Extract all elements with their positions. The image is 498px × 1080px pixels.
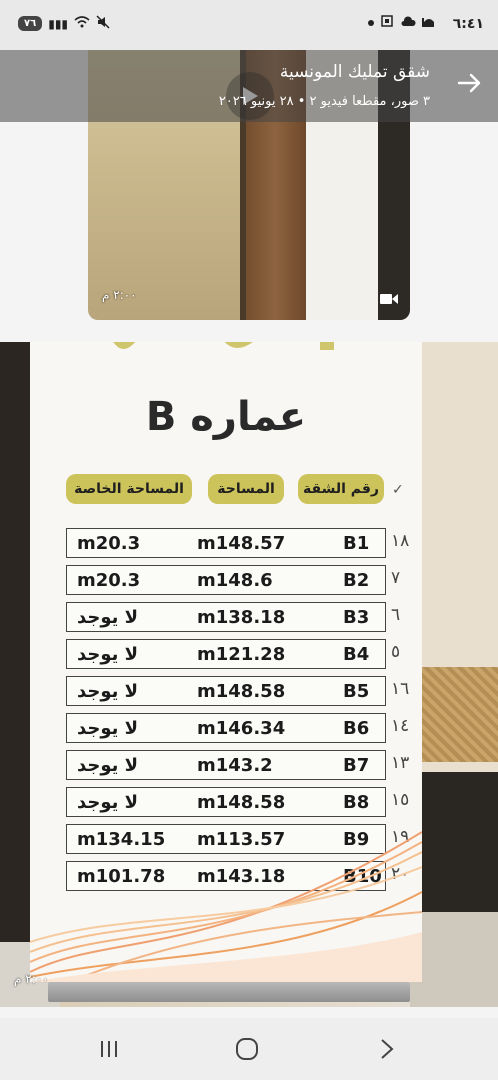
handwritten-note: ٧ (391, 568, 401, 588)
private-area-cell: m20.3 (77, 533, 141, 554)
photo-floor-right (410, 912, 498, 1007)
unit-number-cell: B4 (343, 644, 370, 665)
area-cell: m148.6 (197, 570, 273, 591)
area-cell: m148.58 (197, 792, 286, 813)
column-area: المساحة (208, 474, 284, 504)
media-divider (0, 320, 498, 342)
wifi-icon (74, 16, 90, 31)
rollup-banner: عماره B رقم الشقة المساحة المساحة الخاصة… (30, 342, 422, 982)
private-area-cell: لا يوجد (77, 644, 139, 665)
cloud-icon (400, 15, 416, 30)
recents-icon[interactable] (94, 1034, 124, 1064)
private-area-cell: لا يوجد (77, 681, 139, 702)
status-time: ٦:٤١ (452, 16, 484, 32)
table-row: m20.3 m148.6 B2 ٧ (66, 565, 400, 595)
handwritten-note: ١٦ (391, 679, 410, 699)
handwritten-note: ١٥ (391, 790, 410, 810)
photo-right-wall (410, 342, 498, 1007)
album-title: شقق تمليك المونسية (279, 62, 430, 82)
screenshot-icon (380, 14, 394, 31)
handwritten-note: ١٤ (391, 716, 410, 736)
handwritten-note: ٥ (391, 642, 401, 662)
signal-icon: ▮▮▮ (48, 16, 69, 31)
status-right-icons (368, 14, 436, 31)
unit-number-cell: B7 (343, 755, 370, 776)
table-row: لا يوجد m138.18 B3 ٦ (66, 602, 400, 632)
battery-indicator: ٧٦ (18, 16, 43, 31)
banner-top-decoration (113, 342, 334, 350)
column-private-area: المساحة الخاصة (66, 474, 192, 504)
media-time: ٢:٠٠ م (102, 288, 137, 302)
private-area-cell: لا يوجد (77, 718, 139, 739)
photo-left-wall (0, 342, 32, 942)
video-camera-icon (380, 290, 398, 309)
private-area-cell: m20.3 (77, 570, 141, 591)
unit-number-cell: B2 (343, 570, 370, 591)
area-cell: m138.18 (197, 607, 286, 628)
unit-number-cell: B8 (343, 792, 370, 813)
banner-wave-decoration (30, 831, 422, 982)
status-left-icons: ٧٦ ▮▮▮ (18, 15, 110, 32)
media-time: ٢:٠٠ م (14, 972, 49, 986)
navigation-bar (0, 1018, 498, 1080)
header-bar: شقق تمليك المونسية ٣ صور، مقطعا فيديو ٢ … (0, 50, 498, 122)
area-cell: m143.2 (197, 755, 273, 776)
media-image[interactable]: عماره B رقم الشقة المساحة المساحة الخاصة… (0, 342, 498, 1007)
unit-number-cell: B3 (343, 607, 370, 628)
unit-number-cell: B1 (343, 533, 370, 554)
column-unit-number: رقم الشقة (298, 474, 384, 504)
table-row: لا يوجد m146.34 B6 ١٤ (66, 713, 409, 743)
mute-icon (96, 15, 110, 32)
unit-number-cell: B6 (343, 718, 370, 739)
unit-number-cell: B5 (343, 681, 370, 702)
photo-stone (410, 667, 498, 762)
area-cell: m148.58 (197, 681, 286, 702)
handwritten-note: ٦ (391, 605, 401, 625)
status-bar: ٧٦ ▮▮▮ ٦:٤١ (0, 0, 498, 50)
screen: { "status_bar": { "time": "٦:٤١", "batte… (0, 0, 498, 1080)
home-icon[interactable] (232, 1034, 262, 1064)
table-row: لا يوجد m121.28 B4 ٥ (66, 639, 400, 669)
area-cell: m148.57 (197, 533, 286, 554)
table-row: لا يوجد m148.58 B5 ١٦ (66, 676, 409, 706)
area-cell: m121.28 (197, 644, 286, 665)
arrow-right-icon[interactable] (454, 68, 484, 98)
table-row: لا يوجد m143.2 B7 ١٣ (66, 750, 409, 780)
private-area-cell: لا يوجد (77, 755, 139, 776)
handwritten-mark: ✓ (392, 482, 404, 498)
table-row: m20.3 m148.57 B1 ١٨ (66, 528, 409, 558)
mosque-icon (422, 14, 436, 31)
album-subtitle: ٣ صور، مقطعا فيديو ٢ • ٢٨ يونيو ٢٠٢٦ (218, 94, 430, 109)
banner-stand (48, 982, 410, 1002)
handwritten-note: ١٨ (391, 531, 410, 551)
notification-dot-icon (368, 19, 374, 26)
building-title: عماره B (145, 394, 307, 440)
chevron-right-icon[interactable] (372, 1034, 402, 1064)
private-area-cell: لا يوجد (77, 792, 139, 813)
area-cell: m146.34 (197, 718, 286, 739)
photo-dark-panel (410, 772, 498, 912)
handwritten-note: ١٣ (391, 753, 410, 773)
private-area-cell: لا يوجد (77, 607, 139, 628)
